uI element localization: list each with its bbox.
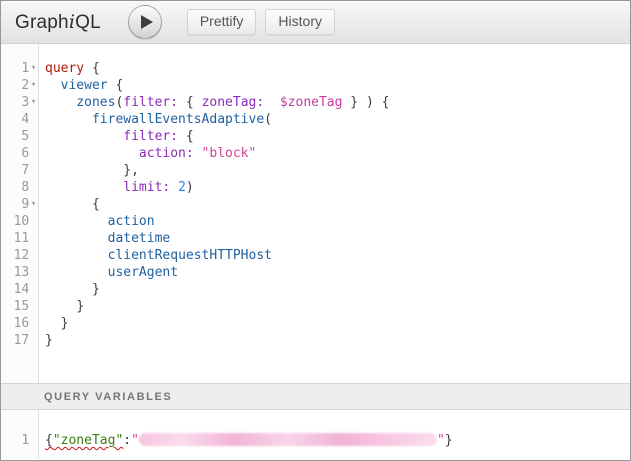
- fold-spacer: [29, 264, 38, 281]
- json-value-close-quote: ": [437, 433, 445, 448]
- code-line: zones(filter: { zoneTag: $zoneTag } ) {: [45, 94, 630, 111]
- code-line: filter: {: [45, 128, 630, 145]
- fold-spacer: [29, 315, 38, 332]
- code-line: action: "block": [45, 145, 630, 162]
- fold-spacer: [29, 179, 38, 196]
- json-key-zonetag: "zoneTag": [53, 433, 123, 448]
- variables-editor[interactable]: 1 {"zoneTag":""}: [1, 410, 630, 459]
- line-number: 5: [1, 128, 29, 145]
- fold-spacer: [29, 432, 38, 449]
- code-line: limit: 2): [45, 179, 630, 196]
- json-value-open-quote: ": [131, 433, 139, 448]
- line-number: 14: [1, 281, 29, 298]
- code-line: }: [45, 315, 630, 332]
- code-line: firewallEventsAdaptive(: [45, 111, 630, 128]
- play-icon: [141, 15, 153, 29]
- line-number: 7: [1, 162, 29, 179]
- query-editor-gutter: 1▾2▾3▾456789▾1011121314151617: [1, 44, 39, 383]
- history-button[interactable]: History: [265, 9, 335, 35]
- code-line: userAgent: [45, 264, 630, 281]
- code-line: clientRequestHTTPHost: [45, 247, 630, 264]
- code-line: query {: [45, 60, 630, 77]
- line-number: 11: [1, 230, 29, 247]
- line-number: 9: [1, 196, 29, 213]
- fold-arrow-icon[interactable]: ▾: [29, 77, 38, 94]
- code-line: },: [45, 162, 630, 179]
- variables-json-line: {"zoneTag":""}: [45, 432, 630, 449]
- code-line: viewer {: [45, 77, 630, 94]
- code-line: }: [45, 332, 630, 349]
- fold-spacer: [29, 213, 38, 230]
- line-number: 1: [1, 432, 29, 449]
- code-line: {: [45, 196, 630, 213]
- json-colon: :: [123, 433, 131, 448]
- query-variables-title: QUERY VARIABLES: [44, 391, 172, 403]
- lint-error-squiggle: {"zoneTag": [45, 433, 123, 448]
- query-editor[interactable]: 1▾2▾3▾456789▾1011121314151617 query { vi…: [1, 44, 630, 383]
- fold-spacer: [29, 162, 38, 179]
- logo-text-post: QL: [75, 12, 101, 33]
- fold-spacer: [29, 111, 38, 128]
- fold-spacer: [29, 298, 38, 315]
- logo-text-pre: Graph: [15, 12, 69, 33]
- line-number: 1: [1, 60, 29, 77]
- code-line: }: [45, 281, 630, 298]
- json-open-brace: {: [45, 433, 53, 448]
- code-line: datetime: [45, 230, 630, 247]
- line-number: 6: [1, 145, 29, 162]
- fold-arrow-icon[interactable]: ▾: [29, 196, 38, 213]
- json-close-brace: }: [445, 433, 453, 448]
- query-editor-lines[interactable]: query { viewer { zones(filter: { zoneTag…: [39, 44, 630, 383]
- variables-editor-gutter: 1: [1, 410, 39, 459]
- fold-spacer: [29, 281, 38, 298]
- graphiql-logo: GraphiQL: [15, 11, 101, 34]
- toolbar: GraphiQL Prettify History: [1, 1, 630, 44]
- fold-arrow-icon[interactable]: ▾: [29, 94, 38, 111]
- fold-spacer: [29, 230, 38, 247]
- fold-spacer: [29, 128, 38, 145]
- line-number: 10: [1, 213, 29, 230]
- redacted-zone-tag-value: [139, 433, 437, 446]
- line-number: 16: [1, 315, 29, 332]
- fold-arrow-icon[interactable]: ▾: [29, 60, 38, 77]
- graphiql-app: GraphiQL Prettify History 1▾2▾3▾456789▾1…: [0, 0, 631, 461]
- fold-spacer: [29, 145, 38, 162]
- code-line: action: [45, 213, 630, 230]
- line-number: 12: [1, 247, 29, 264]
- line-number: 15: [1, 298, 29, 315]
- line-number: 4: [1, 111, 29, 128]
- line-number: 3: [1, 94, 29, 111]
- line-number: 8: [1, 179, 29, 196]
- line-number: 13: [1, 264, 29, 281]
- fold-spacer: [29, 332, 38, 349]
- query-variables-header[interactable]: QUERY VARIABLES: [1, 383, 630, 410]
- line-number: 17: [1, 332, 29, 349]
- line-number: 2: [1, 77, 29, 94]
- variables-editor-line[interactable]: {"zoneTag":""}: [39, 410, 630, 459]
- prettify-button[interactable]: Prettify: [187, 9, 257, 35]
- code-line: }: [45, 298, 630, 315]
- execute-query-button[interactable]: [128, 5, 162, 39]
- fold-spacer: [29, 247, 38, 264]
